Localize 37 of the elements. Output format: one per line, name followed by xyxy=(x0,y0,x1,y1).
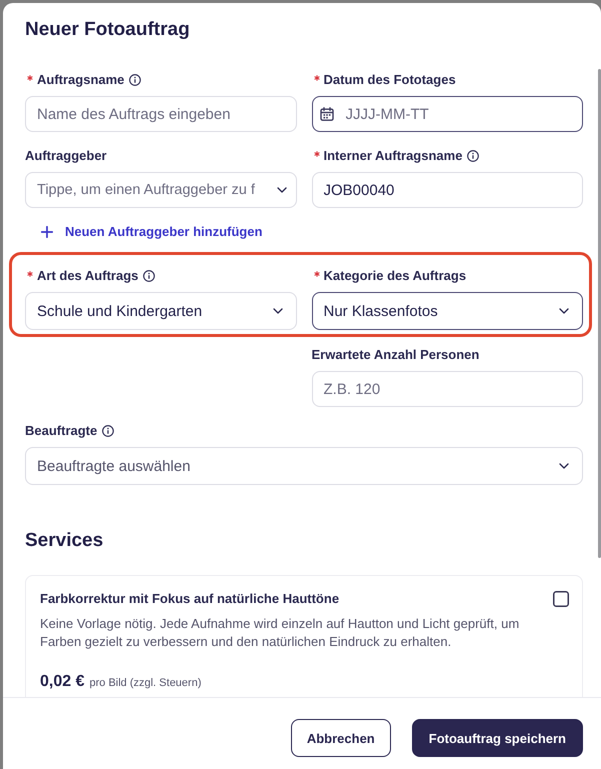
service-price: 0,02 € xyxy=(40,672,84,692)
combobox-field[interactable]: Tippe, um einen Auftraggeber zu f xyxy=(25,172,296,208)
field-label: Erwartete Anzahl Personen xyxy=(312,346,480,363)
field-label: Datum des Fototages xyxy=(324,71,456,88)
calendar-icon xyxy=(320,107,334,121)
chevron-down-icon xyxy=(276,187,286,193)
info-icon[interactable] xyxy=(102,424,114,436)
info-icon[interactable] xyxy=(467,150,480,162)
section-heading: Services xyxy=(25,529,104,553)
add-client-link[interactable]: Neuen Auftraggeber hinzufügen xyxy=(41,224,262,240)
text-input[interactable]: JOB00040 xyxy=(312,172,583,208)
select-field[interactable]: Beauftragte auswählen xyxy=(25,447,583,485)
service-name: Farbkorrektur mit Fokus auf natürliche Hauttöne xyxy=(40,591,340,607)
info-icon[interactable] xyxy=(143,270,156,282)
save-button[interactable]: Fotoauftrag speichern xyxy=(412,719,583,757)
dialog-title: Neuer Fotoauftrag xyxy=(25,19,190,41)
field-label: Interner Auftragsname xyxy=(324,147,462,164)
service-description: Keine Vorlage nötig. Jede Aufnahme wird einzeln auf Hautton und Licht geprüft, um Farben gezielt zu verbessern und den natürlichen Eindruck zu erhalten. xyxy=(40,615,520,651)
date-input[interactable]: JJJJ-MM-TT xyxy=(312,96,583,132)
field-label: Beauftragte xyxy=(25,422,98,439)
select-field[interactable]: Schule und Kindergarten xyxy=(25,292,296,330)
info-icon[interactable] xyxy=(129,74,142,86)
chevron-down-icon xyxy=(559,463,569,469)
chevron-down-icon xyxy=(272,308,282,314)
cancel-button[interactable]: Abbrechen xyxy=(290,719,391,757)
price-note: pro Bild (zzgl. Steuern) xyxy=(89,677,202,689)
field-label: Kategorie des Auftrags xyxy=(324,267,466,284)
field-label: Auftraggeber xyxy=(25,147,107,164)
field-label: Art des Auftrags xyxy=(37,267,138,284)
text-input[interactable]: Z.B. 120 xyxy=(312,371,583,407)
field-label: Auftragsname xyxy=(37,71,124,88)
plus-icon xyxy=(41,226,53,238)
select-field[interactable]: Nur Klassenfotos xyxy=(312,292,583,330)
scrollbar-thumb[interactable] xyxy=(598,69,601,558)
chevron-down-icon xyxy=(559,308,569,314)
checkbox[interactable] xyxy=(553,591,569,607)
text-input[interactable]: Name des Auftrags eingeben xyxy=(25,96,296,132)
